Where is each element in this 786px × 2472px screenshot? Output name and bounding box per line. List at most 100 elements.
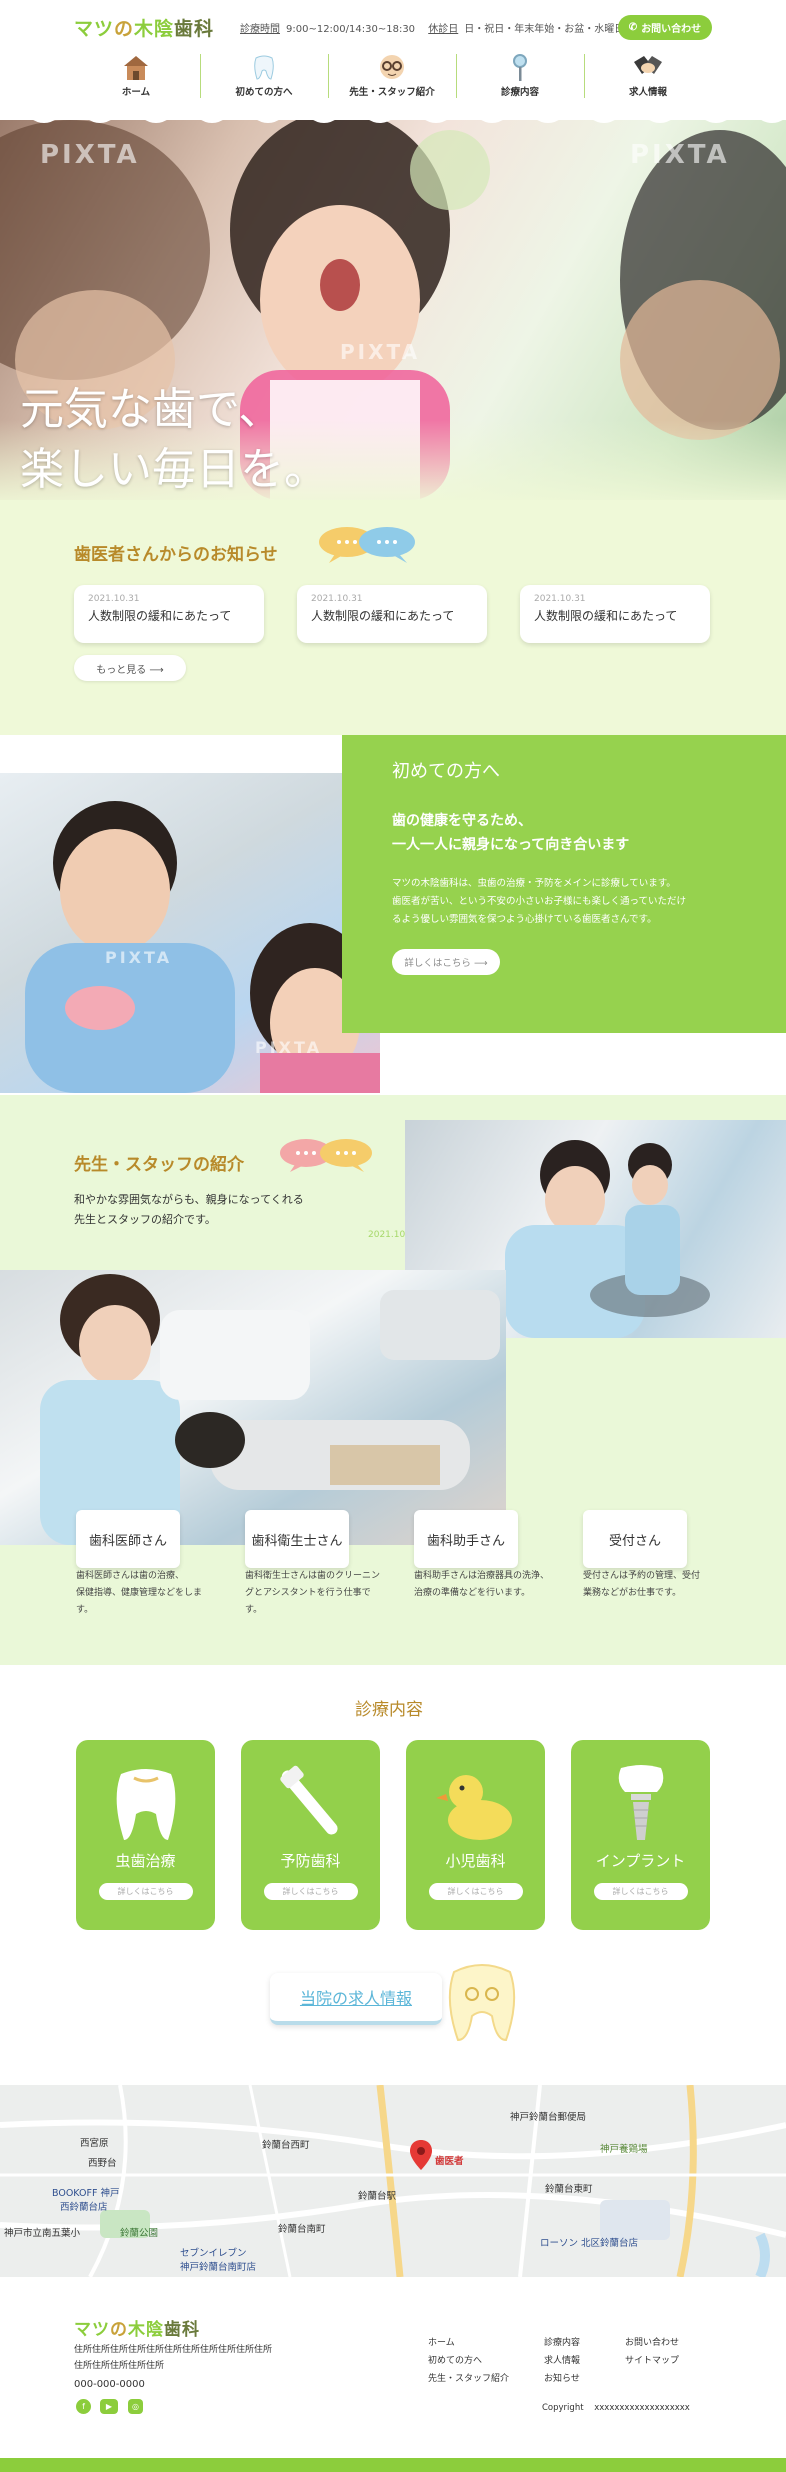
details-button[interactable]: 詳しくはこちら <box>428 1883 523 1900</box>
instagram-icon[interactable]: ◎ <box>128 2399 143 2414</box>
hours-label: 診療時間 <box>240 24 280 35</box>
map-label: 鈴蘭台南町 <box>278 2224 326 2235</box>
details-button[interactable]: 詳しくはこちら <box>593 1883 688 1900</box>
watermark-left: PIXTA <box>40 140 140 170</box>
news-card[interactable]: 2021.10.31 人数制限の緩和にあたって <box>520 585 710 643</box>
map-label: 鈴蘭公園 <box>120 2228 159 2239</box>
news-card[interactable]: 2021.10.31 人数制限の緩和にあたって <box>74 585 264 643</box>
news-date: 2021.10.31 <box>311 594 363 604</box>
hygienist-photo-illustration <box>40 1274 500 1545</box>
staff-description: 和やかな雰囲気ながらも、親身になってくれる 先生とスタッフの紹介です。 <box>74 1193 304 1226</box>
map-label: 神戸鈴蘭台南町店 <box>180 2262 257 2273</box>
footer-link[interactable]: サイトマップ <box>625 2352 679 2370</box>
staff-photo-hygienist <box>0 1270 506 1545</box>
first-visit-photo: PIXTA PIXTA <box>0 773 380 1093</box>
footer-logo[interactable]: マツの木陰歯科 <box>74 2315 200 2340</box>
footer-link[interactable]: 求人情報 <box>544 2352 580 2370</box>
nav-item-staff[interactable]: 先生・スタッフ紹介 <box>328 48 456 102</box>
news-card[interactable]: 2021.10.31 人数制限の緩和にあたって <box>297 585 487 643</box>
news-title: 歯医者さんからのお知らせ <box>74 545 278 565</box>
rubber-duck-icon <box>435 1775 512 1840</box>
role-card-dentist[interactable]: 歯科医師さん <box>76 1510 180 1568</box>
youtube-icon[interactable]: ▶ <box>100 2399 118 2414</box>
map-label: セブンイレブン <box>180 2248 247 2259</box>
toothbrush-icon <box>279 1765 338 1835</box>
map-label: 鈴蘭台東町 <box>545 2184 593 2195</box>
first-visit-body: マツの木陰歯科は、虫歯の治療・予防をメインに診療しています。 歯医者が苦い、とい… <box>392 878 687 925</box>
footer-link[interactable]: お知らせ <box>544 2370 580 2388</box>
treatment-card-cavity[interactable]: 虫歯治療 詳しくはこちら <box>76 1740 215 1930</box>
footer-bottom-bar <box>0 2458 786 2472</box>
hours-value: 9:00~12:00/14:30~18:30 <box>286 24 416 35</box>
treatment-section: 診療内容 虫歯治療 詳しくはこちら 予防歯科 詳しくはこちら 小児歯科 詳しくは… <box>0 1665 786 2085</box>
news-date: 2021.10.31 <box>534 594 586 604</box>
tooth-icon <box>116 1769 175 1840</box>
copyright: Copyright xxxxxxxxxxxxxxxxxxx <box>542 2403 690 2413</box>
header-wave-edge <box>0 110 786 123</box>
role-card-hygienist[interactable]: 歯科衛生士さん <box>245 1510 349 1568</box>
nav-item-home[interactable]: ホーム <box>72 48 200 102</box>
map-label: 西野台 <box>88 2158 117 2169</box>
role-card-assistant[interactable]: 歯科助手さん <box>414 1510 518 1568</box>
handshake-icon <box>634 56 662 74</box>
nav-item-treatment[interactable]: 診療内容 <box>456 48 584 102</box>
first-visit-title: 初めての方へ <box>392 761 500 782</box>
map-label: 神戸鈴蘭台郵便局 <box>510 2112 587 2123</box>
details-button[interactable]: 詳しくはこちら <box>98 1883 193 1900</box>
first-visit-details-button[interactable]: 詳しくはこちら ⟶ <box>392 949 500 975</box>
watermark-center: PIXTA <box>340 340 421 364</box>
site-logo[interactable]: マツの木陰歯科 <box>74 14 214 41</box>
site-footer: マツの木陰歯科 住所住所住所住所住所住所住所住所住所住所住所 住所住所住所住所住… <box>0 2277 786 2472</box>
closed-label: 休診日 <box>428 24 459 35</box>
map-label: 歯医者 <box>435 2156 464 2167</box>
map-section[interactable]: 西宮原 西野台 鈴蘭台西町 神戸鈴蘭台郵便局 神戸養鶏場 BOOKOFF 神戸 … <box>0 2085 786 2277</box>
contact-button[interactable]: ✆ お問い合わせ <box>618 15 712 40</box>
map-roads <box>0 2085 786 2277</box>
news-title-text: 人数制限の緩和にあたって <box>311 609 455 623</box>
hero-line-1: 元気な歯で、 <box>20 384 283 435</box>
role-description: 歯科助手さんは治療器具の洗浄、 治療の準備などを行います。 <box>414 1571 550 1598</box>
footer-link[interactable]: ホーム <box>428 2334 509 2352</box>
footer-nav-col-1: ホーム 初めての方へ 先生・スタッフ紹介 <box>428 2334 509 2388</box>
hero-line-2: 楽しい毎日を。 <box>20 444 328 495</box>
recruit-button[interactable]: 当院の求人情報 <box>270 1973 442 2025</box>
footer-nav-col-3: お問い合わせ サイトマップ <box>625 2334 679 2370</box>
map-label: BOOKOFF 神戸 <box>52 2188 120 2199</box>
news-title-text: 人数制限の緩和にあたって <box>534 609 678 623</box>
facebook-icon[interactable]: f <box>76 2399 91 2414</box>
news-more-button[interactable]: もっと見る ⟶ <box>74 655 186 681</box>
dental-mirror-icon <box>513 54 527 81</box>
details-button[interactable]: 詳しくはこちら <box>263 1883 358 1900</box>
footer-link[interactable]: 先生・スタッフ紹介 <box>428 2370 509 2388</box>
footer-link[interactable]: 初めての方へ <box>428 2352 509 2370</box>
watermark: PIXTA <box>255 1038 323 1057</box>
speech-bubbles-icon <box>280 1139 372 1172</box>
staff-section: 先生・スタッフの紹介 和やかな雰囲気ながらも、親身になってくれる 先生とスタッフ… <box>0 1095 786 1665</box>
tooth-icon <box>254 55 274 80</box>
treatment-card-pediatric[interactable]: 小児歯科 詳しくはこちら <box>406 1740 545 1930</box>
footer-tel: 000-000-0000 <box>74 2379 145 2390</box>
map-label: 西宮原 <box>80 2138 109 2149</box>
map-label: 神戸養鶏場 <box>600 2144 648 2155</box>
footer-link[interactable]: 診療内容 <box>544 2334 580 2352</box>
footer-link[interactable]: お問い合わせ <box>625 2334 679 2352</box>
main-nav: ホーム 初めての方へ 先生・スタッフ紹介 診療内容 求人情報 <box>72 48 712 102</box>
news-date: 2021.10.31 <box>88 594 140 604</box>
map-pin-icon[interactable] <box>410 2140 432 2170</box>
footer-address: 住所住所住所住所住所住所住所住所住所住所住所 住所住所住所住所住所 <box>74 2345 273 2371</box>
hours-info: 診療時間 9:00~12:00/14:30~18:30 休診日 日・祝日・年末年始・… <box>240 20 644 35</box>
phone-icon: ✆ <box>628 22 638 33</box>
role-card-receptionist[interactable]: 受付さん <box>583 1510 687 1568</box>
staff-title: 先生・スタッフの紹介 <box>74 1155 244 1175</box>
treatment-card-prevention[interactable]: 予防歯科 詳しくはこちら <box>241 1740 380 1930</box>
house-icon <box>124 56 148 80</box>
watermark-right: PIXTA <box>630 140 730 170</box>
role-description: 歯科衛生士さんは歯のクリーニン グとアシスタントを行う仕事です。 <box>245 1571 381 1615</box>
treatment-card-implant[interactable]: インプラント 詳しくはこちら <box>571 1740 710 1930</box>
treatment-title: 診療内容 <box>355 1700 423 1720</box>
nav-item-first-visit[interactable]: 初めての方へ <box>200 48 328 102</box>
first-visit-box: 初めての方へ 歯の健康を守るため、 一人一人に親身になって向き合います マツの木… <box>342 735 786 1033</box>
map-label: 鈴蘭台駅 <box>358 2191 397 2202</box>
role-description: 歯科医師さんは歯の治療、 保健指導、健康管理などをします。 <box>76 1571 203 1615</box>
nav-item-recruit[interactable]: 求人情報 <box>584 48 712 102</box>
